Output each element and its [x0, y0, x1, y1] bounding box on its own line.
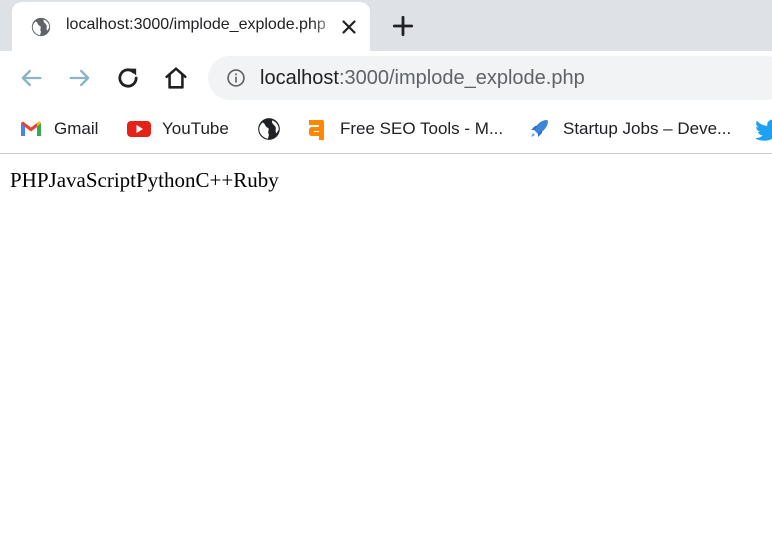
- tab-title-fade: [312, 14, 340, 40]
- bookmark-label: Startup Jobs – Deve...: [563, 119, 732, 138]
- forward-arrow-icon[interactable]: [66, 64, 94, 92]
- plus-icon[interactable]: [390, 13, 416, 39]
- youtube-icon: [127, 121, 151, 137]
- twitter-icon: [756, 119, 772, 141]
- bookmark-youtube[interactable]: YouTube: [126, 116, 236, 142]
- bookmark-label: Gmail: [54, 119, 99, 138]
- home-icon[interactable]: [162, 64, 190, 92]
- bookmark-free-seo-tools[interactable]: Free SEO Tools - M...: [304, 116, 509, 142]
- info-icon[interactable]: [226, 68, 246, 88]
- bookmarks-bar: Gmail YouTube Free SEO Tools - M... Star…: [0, 105, 772, 154]
- back-arrow-icon[interactable]: [17, 64, 45, 92]
- reload-icon[interactable]: [114, 64, 142, 92]
- bookmark-startup-jobs[interactable]: Startup Jobs – Deve...: [527, 116, 737, 142]
- tab-title: localhost:3000/implode_explode.php: [66, 16, 326, 33]
- tab-strip: localhost:3000/implode_explode.php: [0, 0, 772, 51]
- bookmark-twitter[interactable]: [756, 116, 772, 142]
- toolbar: localhost:3000/implode_explode.php: [0, 51, 772, 105]
- rocket-icon: [531, 120, 548, 137]
- bookmark-globe[interactable]: [256, 116, 282, 142]
- tab-active[interactable]: localhost:3000/implode_explode.php: [12, 2, 370, 51]
- address-bar[interactable]: localhost:3000/implode_explode.php: [208, 56, 772, 100]
- bookmark-label: YouTube: [162, 119, 229, 138]
- globe-icon: [258, 118, 280, 140]
- url-host: localhost: [260, 67, 339, 89]
- bookmark-label: Free SEO Tools - M...: [340, 119, 504, 138]
- bookmark-gmail[interactable]: Gmail: [18, 116, 108, 142]
- url-path: :3000/implode_explode.php: [338, 67, 585, 89]
- globe-icon: [31, 17, 51, 37]
- gmail-icon: [21, 121, 41, 136]
- ahrefs-icon: [309, 120, 324, 140]
- page-output-text: PHPJavaScriptPythonC++Ruby: [10, 168, 279, 192]
- url-text[interactable]: localhost:3000/implode_explode.php: [260, 67, 585, 90]
- close-icon[interactable]: [338, 16, 360, 38]
